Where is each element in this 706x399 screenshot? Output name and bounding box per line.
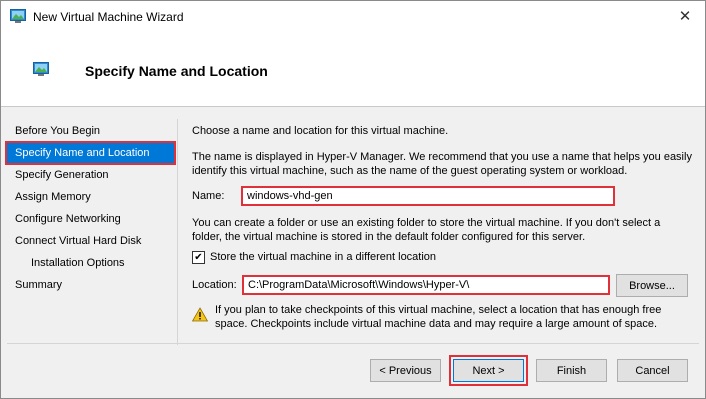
nav-item-before-you-begin[interactable]: Before You Begin	[7, 121, 174, 141]
page-title: Specify Name and Location	[85, 63, 268, 79]
wizard-window: New Virtual Machine Wizard ✕ Specify Nam…	[0, 0, 706, 399]
warning-icon	[191, 307, 209, 325]
store-location-checkbox[interactable]: ✔	[192, 251, 205, 264]
next-button[interactable]: Next >	[449, 355, 528, 386]
cancel-button[interactable]: Cancel	[617, 359, 688, 382]
nav-item-specify-generation[interactable]: Specify Generation	[7, 165, 174, 185]
name-input[interactable]: windows-vhd-gen	[241, 186, 615, 206]
name-label: Name:	[192, 190, 225, 202]
folder-description-line-2: folder, the virtual machine is stored in…	[192, 231, 586, 243]
nav-item-installation-options[interactable]: Installation Options	[7, 253, 174, 273]
footer-divider	[7, 343, 699, 344]
name-description-line-1: The name is displayed in Hyper-V Manager…	[192, 151, 692, 163]
warning-line-1: If you plan to take checkpoints of this …	[215, 304, 662, 316]
store-location-label[interactable]: Store the virtual machine in a different…	[210, 251, 436, 263]
finish-button[interactable]: Finish	[536, 359, 607, 382]
nav-item-summary[interactable]: Summary	[7, 275, 174, 295]
window-title: New Virtual Machine Wizard	[33, 10, 184, 24]
close-icon: ✕	[678, 8, 692, 25]
nav-item-assign-memory[interactable]: Assign Memory	[7, 187, 174, 207]
content-panel: Choose a name and location for this virt…	[177, 119, 698, 345]
window-app-icon	[10, 9, 26, 26]
previous-button[interactable]: < Previous	[370, 359, 441, 382]
nav-item-configure-networking[interactable]: Configure Networking	[7, 209, 174, 229]
wizard-page-icon	[33, 62, 49, 79]
nav-item-connect-virtual-hard-disk[interactable]: Connect Virtual Hard Disk	[7, 231, 174, 251]
wizard-body: Before You Begin Specify Name and Locati…	[1, 107, 705, 398]
intro-text: Choose a name and location for this virt…	[192, 125, 449, 137]
title-bar: New Virtual Machine Wizard ✕	[1, 1, 705, 31]
wizard-steps-nav: Before You Begin Specify Name and Locati…	[1, 107, 178, 347]
folder-description-line-1: You can create a folder or use an existi…	[192, 217, 661, 229]
name-description-line-2: identify this virtual machine, such as t…	[192, 165, 628, 177]
nav-item-specify-name-location[interactable]: Specify Name and Location	[5, 141, 176, 165]
location-input[interactable]: C:\ProgramData\Microsoft\Windows\Hyper-V…	[242, 275, 610, 295]
checkmark-icon: ✔	[194, 252, 203, 263]
warning-line-2: space. Checkpoints include virtual machi…	[215, 318, 658, 330]
page-header: Specify Name and Location	[1, 31, 705, 107]
location-label: Location:	[192, 279, 237, 291]
close-button[interactable]: ✕	[665, 1, 705, 31]
browse-button[interactable]: Browse...	[616, 274, 688, 297]
